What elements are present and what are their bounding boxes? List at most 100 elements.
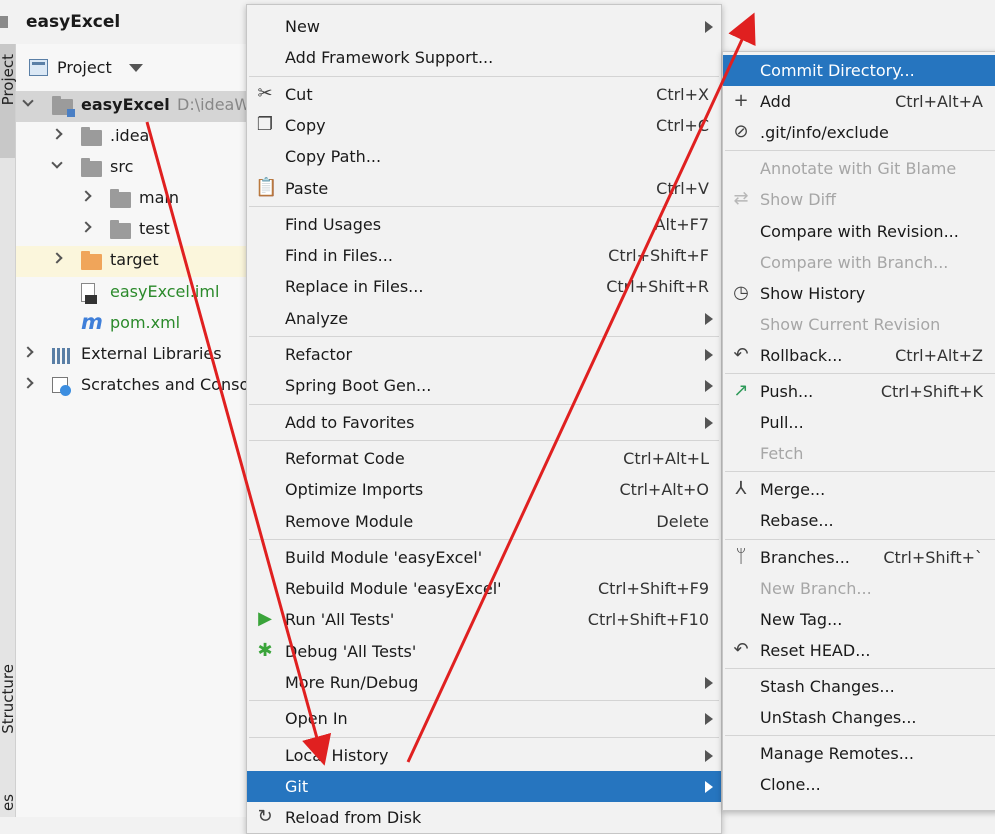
menu-item-reformat-code[interactable]: Reformat Code Ctrl+Alt+L [247,443,721,474]
tree-row-test[interactable]: test [16,215,248,246]
menu-item-git[interactable]: Git [247,770,721,802]
menu-item-branches[interactable]: ᛘ Branches... Ctrl+Shift+` [723,542,995,573]
menu-item-show-history[interactable]: ◷ Show History [723,278,995,309]
menu-item-analyze[interactable]: Analyze [247,303,721,334]
clock-icon: ◷ [733,281,749,303]
chevron-down-icon[interactable] [129,64,143,72]
menu-item-manage-remotes[interactable]: Manage Remotes... [723,738,995,769]
submenu-arrow-icon [705,677,713,689]
menu-item-rebuild-module-easyexcel[interactable]: Rebuild Module 'easyExcel' Ctrl+Shift+F9 [247,573,721,604]
chevron-down-icon[interactable] [22,95,34,107]
menu-separator [725,538,995,540]
menu-item-label: Analyze [285,308,349,328]
menu-item-find-in-files[interactable]: Find in Files... Ctrl+Shift+F [247,240,721,271]
menu-separator [725,150,995,152]
menu-item-pull[interactable]: Pull... [723,407,995,438]
menu-item-rollback[interactable]: ↶ Rollback... Ctrl+Alt+Z [723,340,995,371]
menu-item-fetch: Fetch [723,438,995,469]
tree-row-external-libraries[interactable]: External Libraries [16,340,248,371]
tree-row-easyexcel-iml[interactable]: easyExcel.iml [16,278,248,309]
menu-item-add-to-favorites[interactable]: Add to Favorites [247,407,721,438]
menu-item-show-current-revision: Show Current Revision [723,309,995,340]
menu-item-build-module-easyexcel[interactable]: Build Module 'easyExcel' [247,542,721,573]
menu-item-label: Refactor [285,345,353,364]
menu-item-label: Local History [285,745,389,765]
menu-item-shortcut: Ctrl+X [656,84,709,104]
menu-item-label: Rebuild Module 'easyExcel' [285,579,502,599]
menu-item-compare-with-revision[interactable]: Compare with Revision... [723,216,995,247]
tree-row-main[interactable]: main [16,184,248,215]
menu-item-cut[interactable]: ✂ Cut Ctrl+X [247,79,721,110]
menu-separator [249,336,719,337]
menu-item-run-all-tests[interactable]: ▶ Run 'All Tests' Ctrl+Shift+F10 [247,604,721,635]
chevron-right-icon[interactable] [51,128,63,140]
menu-item-remove-module[interactable]: Remove Module Delete [247,506,721,537]
tree-row-label: main [139,188,179,207]
chevron-right-icon[interactable] [22,377,34,389]
extra-tool-tab[interactable]: es [0,794,17,811]
menu-item-refactor[interactable]: Refactor [247,339,721,370]
menu-item-git-info-exclude[interactable]: ⊘ .git/info/exclude [723,117,995,148]
menu-item-debug-all-tests[interactable]: ✱ Debug 'All Tests' [247,636,721,667]
tree-row-src[interactable]: src [16,153,248,184]
tree-row-idea[interactable]: .idea [16,122,248,153]
menu-item-rebase[interactable]: Rebase... [723,505,995,536]
tree-row-scratches-and-conso[interactable]: Scratches and Conso [16,371,248,402]
menu-item-label: More Run/Debug [285,673,419,692]
folder-icon [81,158,102,177]
menu-item-copy-path[interactable]: Copy Path... [247,141,721,172]
menu-item-shortcut: Ctrl+Shift+F [608,246,709,266]
menu-item-optimize-imports[interactable]: Optimize Imports Ctrl+Alt+O [247,474,721,505]
menu-item-shortcut: Ctrl+Shift+F10 [587,610,709,630]
menu-item-new-tag[interactable]: New Tag... [723,604,995,635]
menu-item-label: Show History [760,283,866,303]
menu-item-commit-directory[interactable]: Commit Directory... [723,55,995,86]
chevron-right-icon[interactable] [51,252,63,264]
menu-item-clone[interactable]: Clone... [723,769,995,800]
menu-item-spring-boot-gen[interactable]: Spring Boot Gen... [247,370,721,401]
menu-item-open-in[interactable]: Open In [247,703,721,734]
project-view-selector[interactable]: Project [16,44,248,92]
folder-icon [110,189,131,208]
menu-item-paste[interactable]: 📋 Paste Ctrl+V [247,173,721,204]
folder-icon [81,127,102,146]
chevron-right-icon[interactable] [80,190,92,202]
menu-item-copy[interactable]: ❐ Copy Ctrl+C [247,110,721,141]
menu-item-reset-head[interactable]: ↶ Reset HEAD... [723,635,995,666]
menu-item-reload-from-disk[interactable]: ↻ Reload from Disk [247,802,721,833]
chevron-right-icon[interactable] [22,346,34,358]
tree-row-target[interactable]: target [16,246,248,277]
chevron-right-icon[interactable] [80,221,92,233]
menu-item-find-usages[interactable]: Find Usages Alt+F7 [247,209,721,240]
menu-item-label: Optimize Imports [285,480,424,500]
project-tool-tab[interactable]: Project [0,44,17,158]
menu-item-push[interactable]: ↗ Push... Ctrl+Shift+K [723,376,995,407]
menu-item-label: Branches... [760,547,850,567]
project-tool-tab-label: Project [0,54,17,106]
project-view-label: Project [57,58,112,77]
tree-row-pom-xml[interactable]: m pom.xml [16,309,248,340]
structure-tool-tab[interactable]: Structure [0,664,17,734]
menu-item-label: Commit Directory... [760,61,915,80]
menu-item-add-framework-support[interactable]: Add Framework Support... [247,42,721,73]
tree-row-label: src [110,157,134,176]
menu-item-add[interactable]: + Add Ctrl+Alt+A [723,86,995,117]
menu-separator [249,736,719,738]
menu-item-unstash-changes[interactable]: UnStash Changes... [723,702,995,733]
menu-item-more-run-debug[interactable]: More Run/Debug [247,667,721,698]
project-folder-icon [0,16,8,28]
libraries-icon [52,348,74,364]
tree-row-easyexcel[interactable]: easyExcel D:\ideaW [16,91,248,122]
context-menu: New Add Framework Support... ✂ Cut Ctrl+X ❐ Co… [246,4,722,834]
menu-item-label: New [285,17,320,36]
menu-item-merge[interactable]: ⅄ Merge... [723,474,995,505]
menu-item-new[interactable]: New [247,11,721,42]
chevron-down-icon[interactable] [51,157,63,169]
menu-item-stash-changes[interactable]: Stash Changes... [723,671,995,702]
exclude-icon: ⊘ [733,121,749,143]
menu-item-shortcut: Ctrl+Alt+O [619,480,709,500]
menu-item-local-history[interactable]: Local History [247,740,721,771]
menu-item-shortcut: Ctrl+Shift+R [606,277,709,297]
menu-item-label: Cut [285,84,313,104]
menu-item-replace-in-files[interactable]: Replace in Files... Ctrl+Shift+R [247,271,721,302]
